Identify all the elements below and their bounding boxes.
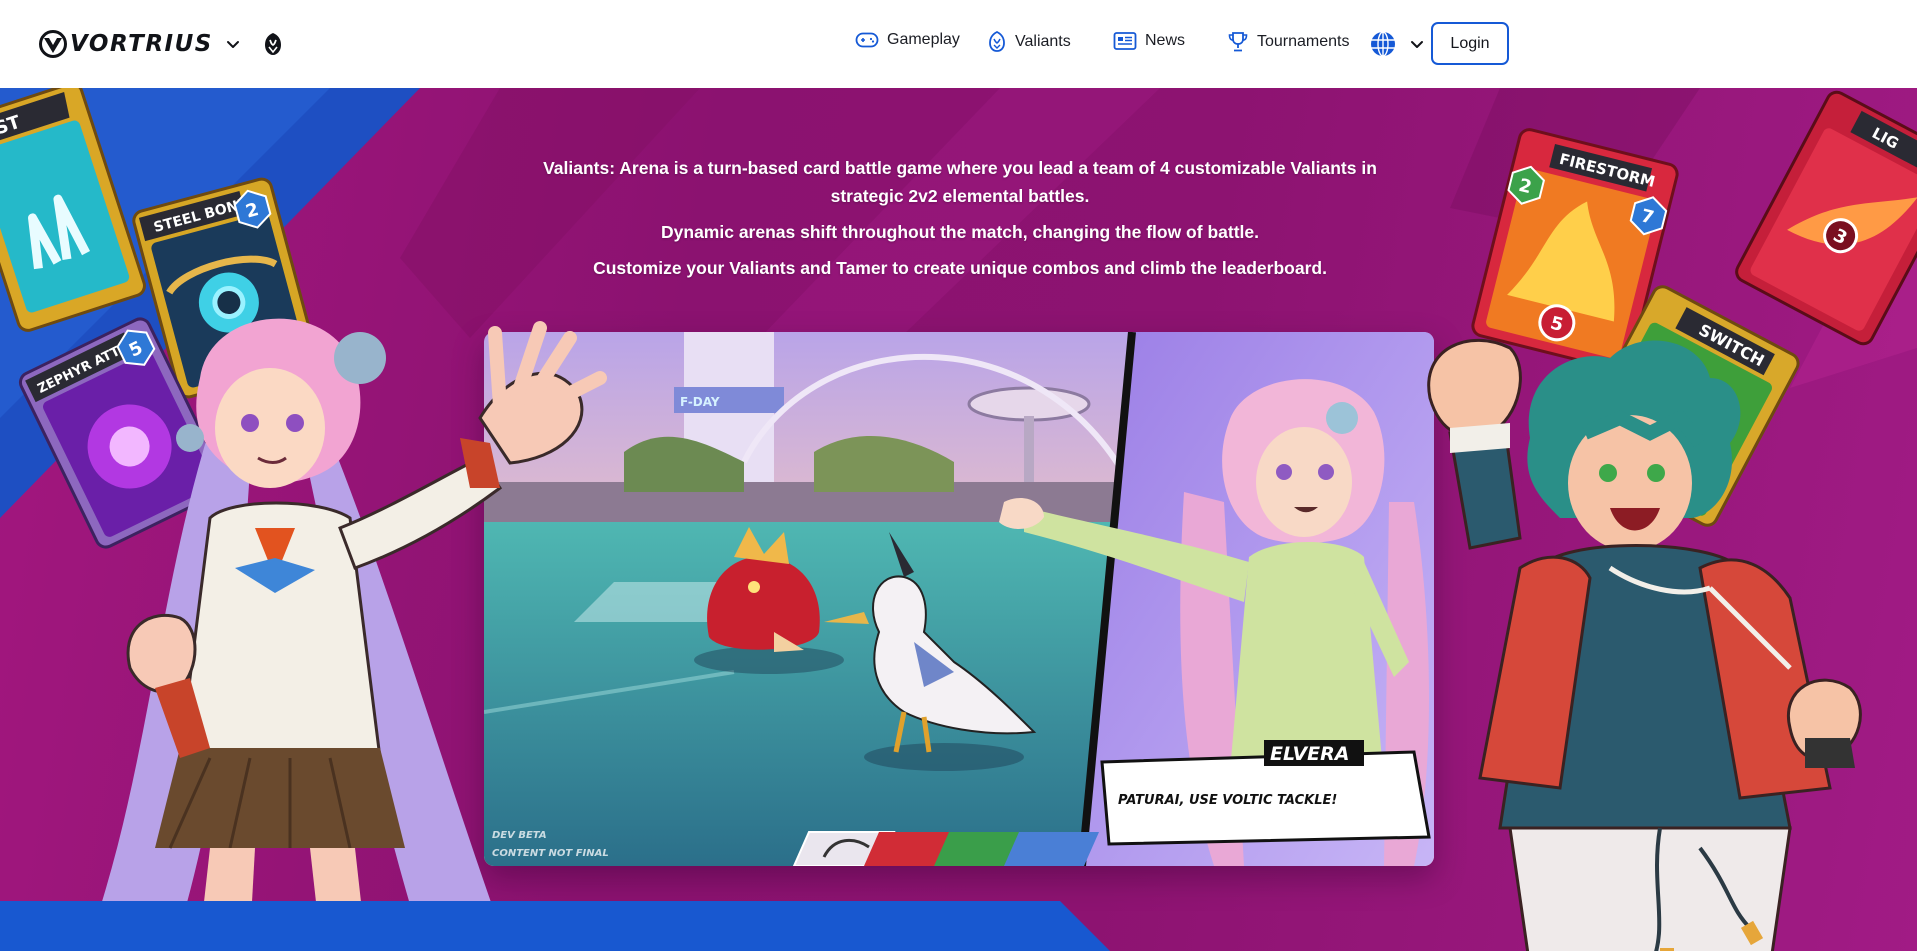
brand[interactable]: VORTRIUS: [38, 28, 285, 60]
chevron-down-icon[interactable]: [225, 36, 241, 52]
hero-section: Valiants: Arena is a turn-based card bat…: [0, 88, 1917, 951]
nav-item-valiants[interactable]: Valiants: [987, 31, 1097, 53]
nav-item-news[interactable]: News: [1113, 31, 1203, 51]
brand-name: VORTRIUS: [70, 31, 213, 57]
team-portraits: [792, 831, 1099, 866]
gamepad-icon: [855, 32, 879, 48]
intro-paragraph: Dynamic arenas shift throughout the matc…: [661, 222, 1259, 242]
valiants-crest-icon: [989, 31, 1005, 52]
game-intro: Valiants: Arena is a turn-based card bat…: [480, 154, 1440, 282]
vortrius-logo-icon: [39, 30, 67, 58]
gameplay-screenshot[interactable]: F-DAY ELVERA PATURAI, USE VOLTIC TACKLE!…: [484, 332, 1434, 866]
tamer-boy-illustration: [1427, 338, 1862, 951]
tamer-girl-illustration: [100, 318, 607, 938]
globe-icon: [1371, 31, 1395, 57]
top-navigation-bar: VORTRIUS Gameplay Valiants News Tourname…: [0, 0, 1917, 88]
hero-bottom-band: [0, 901, 1110, 951]
login-button[interactable]: Login: [1431, 22, 1509, 65]
nav-item-label: Valiants: [1015, 33, 1071, 50]
valiants-crest-icon[interactable]: [261, 31, 285, 57]
gameplay-scene: F-DAY ELVERA PATURAI, USE VOLTIC TACKLE!…: [484, 332, 1434, 866]
arena-sign: F-DAY: [680, 395, 720, 409]
newspaper-icon: [1113, 32, 1137, 50]
nav-item-label: Gameplay: [887, 31, 960, 48]
nav-item-gameplay[interactable]: Gameplay: [855, 31, 985, 49]
nav-item-label: News: [1145, 32, 1186, 49]
chevron-down-icon: [1411, 41, 1423, 48]
intro-paragraph: Valiants: Arena is a turn-based card bat…: [543, 158, 1377, 206]
language-selector[interactable]: [1369, 30, 1425, 58]
nav-item-label: Tournaments: [1257, 33, 1350, 50]
speech-text: PATURAI, USE VOLTIC TACKLE!: [1118, 793, 1337, 808]
speaker-name: ELVERA: [1270, 743, 1350, 765]
trophy-icon: [1228, 32, 1248, 52]
nav-item-tournaments[interactable]: Tournaments: [1227, 31, 1377, 53]
intro-paragraph: Customize your Valiants and Tamer to cre…: [593, 258, 1327, 278]
